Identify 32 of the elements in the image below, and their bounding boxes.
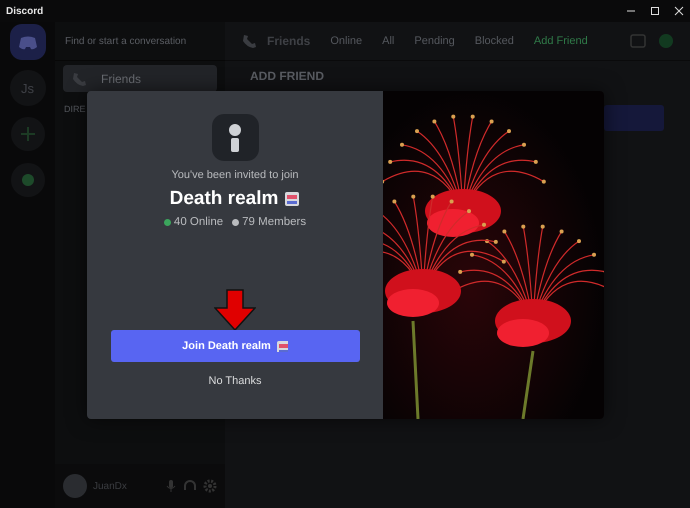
member-count: 40 Online: [174, 216, 224, 228]
invite-subtitle: You've been invited to join: [171, 169, 299, 181]
sidebar-item[interactable]: Friends: [63, 65, 217, 92]
member-count: 79 Members: [242, 216, 306, 228]
window-title: Discord: [6, 6, 44, 16]
friends-tab[interactable]: Online: [330, 35, 362, 47]
headphones-icon[interactable]: [183, 479, 197, 493]
sign-icon: [284, 191, 300, 207]
section-heading: ADD FRIEND: [250, 69, 325, 83]
friends-tab[interactable]: Blocked: [474, 35, 514, 47]
down-arrow-icon: [214, 289, 256, 331]
search-field[interactable]: Find or start a conversation: [63, 34, 217, 48]
maximize-icon[interactable]: [650, 6, 660, 16]
explore-icon[interactable]: [10, 162, 46, 198]
friends-tab[interactable]: All: [382, 35, 394, 47]
no-thanks-button[interactable]: No Thanks: [204, 373, 266, 389]
settings-icon[interactable]: [203, 479, 217, 493]
sign-icon: [276, 340, 288, 352]
join-button[interactable]: Join Death realm: [110, 330, 360, 362]
friends-tab[interactable]: Add Friend: [534, 35, 588, 47]
close-icon[interactable]: [674, 6, 684, 16]
section-heading: DIRE: [64, 104, 87, 114]
inbox-icon[interactable]: [630, 34, 646, 48]
home-button[interactable]: [10, 24, 46, 60]
user-avatar[interactable]: [63, 474, 87, 498]
controller-icon: [18, 34, 38, 50]
send-request-button[interactable]: [604, 105, 664, 131]
phone-person-icon: [241, 32, 259, 50]
add-server-icon[interactable]: [10, 116, 46, 152]
friends-tab[interactable]: Pending: [414, 35, 455, 47]
microphone-icon[interactable]: [165, 479, 177, 493]
server-name: Death realm: [170, 188, 278, 210]
